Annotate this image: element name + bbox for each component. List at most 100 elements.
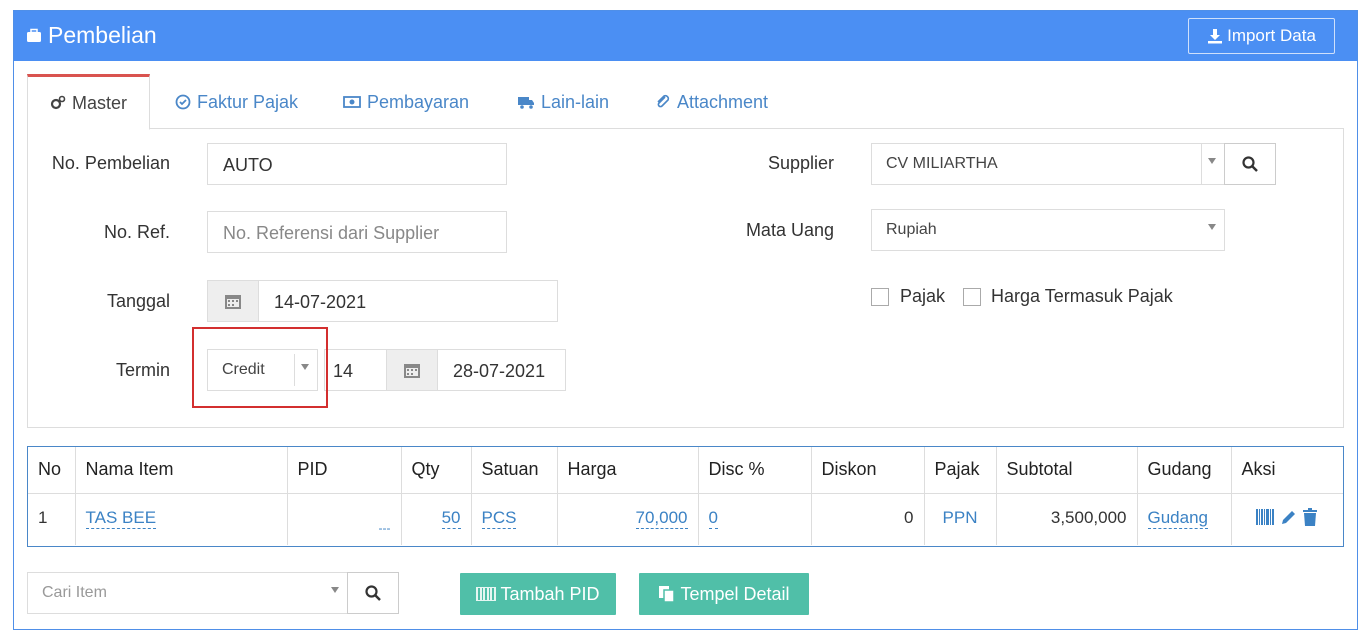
tab-master[interactable]: Master: [27, 74, 150, 130]
page-title: Pembelian: [26, 22, 157, 49]
satuan-editable[interactable]: PCS: [481, 507, 517, 529]
edit-icon[interactable]: [1280, 508, 1298, 526]
pajak-label: Pajak: [900, 286, 946, 306]
column-header-nama-item: Nama Item: [75, 447, 288, 494]
tanggal-calendar-addon[interactable]: [207, 280, 259, 322]
tab-attachment[interactable]: Attachment: [655, 74, 768, 129]
tambah-pid-button[interactable]: Tambah PID: [460, 573, 616, 615]
column-header-no: No: [28, 447, 76, 494]
termin-highlight-box: [192, 327, 328, 408]
cell-satuan: PCS: [471, 493, 558, 545]
tempel-detail-label: Tempel Detail: [680, 583, 790, 604]
column-header-gudang: Gudang: [1137, 447, 1232, 494]
cogs-icon: [50, 95, 66, 110]
mata-uang-value: Rupiah: [886, 221, 937, 238]
supplier-value: CV MILIARTHA: [886, 155, 998, 172]
trash-icon[interactable]: [1302, 507, 1318, 526]
supplier-search-button[interactable]: [1224, 143, 1276, 185]
due-date-field[interactable]: 28-07-2021: [437, 349, 566, 391]
calendar-icon: [404, 364, 420, 378]
mata-uang-select[interactable]: Rupiah: [871, 209, 1225, 251]
tab-bar: Master Faktur Pajak Pembayaran Lain-lain…: [27, 74, 1344, 130]
column-header-qty: Qty: [401, 447, 472, 494]
no-ref-label: No. Ref.: [103, 222, 170, 242]
no-pembelian-label: No. Pembelian: [51, 153, 170, 173]
qty-editable[interactable]: 50: [441, 507, 461, 529]
cari-item-search-button[interactable]: [347, 572, 399, 614]
column-header-harga: Harga: [557, 447, 699, 494]
tanggal-field[interactable]: 14-07-2021: [258, 280, 558, 322]
cell-gudang: Gudang: [1137, 493, 1232, 545]
column-header-aksi: Aksi: [1231, 447, 1343, 494]
termin-days-field[interactable]: 14: [324, 349, 388, 391]
check-circle-icon: [175, 94, 191, 110]
due-date-calendar-addon[interactable]: [386, 349, 438, 391]
column-header-diskon: Diskon: [811, 447, 925, 494]
select-divider: [1201, 144, 1202, 184]
no-ref-field[interactable]: No. Referensi dari Supplier: [207, 211, 507, 253]
pajak-checkbox[interactable]: [871, 288, 889, 306]
column-header-disc-percent: Disc %: [698, 447, 812, 494]
cell-qty: 50: [401, 493, 472, 545]
money-icon: [343, 96, 361, 108]
tempel-detail-button[interactable]: Tempel Detail: [639, 573, 809, 615]
gudang-editable[interactable]: Gudang: [1147, 507, 1208, 529]
barcode-icon[interactable]: [1255, 508, 1276, 526]
chevron-down-icon: [1208, 224, 1216, 230]
tanggal-label: Tanggal: [106, 291, 170, 311]
items-table: No Nama Item PID Qty Satuan Harga Disc %…: [27, 446, 1344, 547]
tab-faktur-pajak[interactable]: Faktur Pajak: [175, 74, 298, 129]
cell-subtotal: 3,500,000: [996, 493, 1138, 545]
supplier-select[interactable]: CV MILIARTHA: [871, 143, 1225, 185]
chevron-down-icon: [1208, 158, 1216, 164]
supplier-label: Supplier: [767, 153, 834, 173]
pembelian-panel: Pembelian Import Data Master Faktur Paja…: [13, 10, 1358, 630]
column-header-pid: PID: [287, 447, 402, 494]
cell-diskon: 0: [811, 493, 925, 545]
table-header-row: No Nama Item PID Qty Satuan Harga Disc %…: [28, 447, 1343, 494]
barcode-icon: [476, 587, 497, 601]
harga-editable[interactable]: 70,000: [635, 507, 688, 529]
chevron-down-icon: [331, 587, 339, 593]
briefcase-icon: [27, 28, 41, 42]
paperclip-icon: [657, 94, 670, 108]
harga-termasuk-pajak-label: Harga Termasuk Pajak: [991, 286, 1173, 306]
truck-icon: [518, 97, 534, 109]
termin-label: Termin: [115, 360, 170, 380]
cari-item-placeholder: Cari Item: [42, 584, 107, 601]
disc-editable[interactable]: 0: [708, 507, 718, 529]
cell-harga: 70,000: [557, 493, 699, 545]
pajak-editable[interactable]: PPN: [943, 508, 978, 527]
column-header-satuan: Satuan: [471, 447, 558, 494]
tab-faktur-pajak-label: Faktur Pajak: [197, 92, 299, 112]
calendar-icon: [225, 295, 241, 309]
cell-aksi: [1231, 493, 1343, 545]
tab-pembayaran[interactable]: Pembayaran: [343, 74, 469, 129]
table-row: 1 TAS BEE --- 50 PCS 70,000 0 0 PPN 3,50…: [28, 493, 1343, 545]
cari-item-select[interactable]: Cari Item: [27, 572, 348, 614]
column-header-subtotal: Subtotal: [996, 447, 1138, 494]
cell-pajak: PPN: [924, 493, 997, 545]
copy-icon: [659, 586, 676, 603]
cell-disc-percent: 0: [698, 493, 812, 545]
tab-lain-lain[interactable]: Lain-lain: [517, 74, 609, 129]
item-name-link[interactable]: TAS BEE: [85, 507, 157, 529]
search-icon: [365, 585, 381, 601]
cell-no: 1: [28, 493, 76, 545]
cell-pid: ---: [287, 493, 402, 545]
import-data-button[interactable]: Import Data: [1188, 18, 1335, 54]
harga-termasuk-pajak-checkbox[interactable]: [963, 288, 981, 306]
tab-attachment-label: Attachment: [677, 92, 769, 112]
panel-heading: Pembelian Import Data: [14, 11, 1357, 61]
tab-master-label: Master: [71, 93, 127, 113]
tab-lain-lain-label: Lain-lain: [541, 92, 610, 112]
import-data-label: Import Data: [1227, 26, 1316, 45]
mata-uang-label: Mata Uang: [745, 220, 834, 240]
download-icon: [1208, 29, 1223, 44]
column-header-pajak: Pajak: [924, 447, 997, 494]
tambah-pid-label: Tambah PID: [500, 583, 600, 604]
cell-nama-item: TAS BEE: [75, 493, 288, 545]
no-pembelian-field[interactable]: AUTO: [207, 143, 507, 185]
tab-pembayaran-label: Pembayaran: [367, 92, 470, 112]
pid-editable[interactable]: ---: [379, 521, 391, 535]
